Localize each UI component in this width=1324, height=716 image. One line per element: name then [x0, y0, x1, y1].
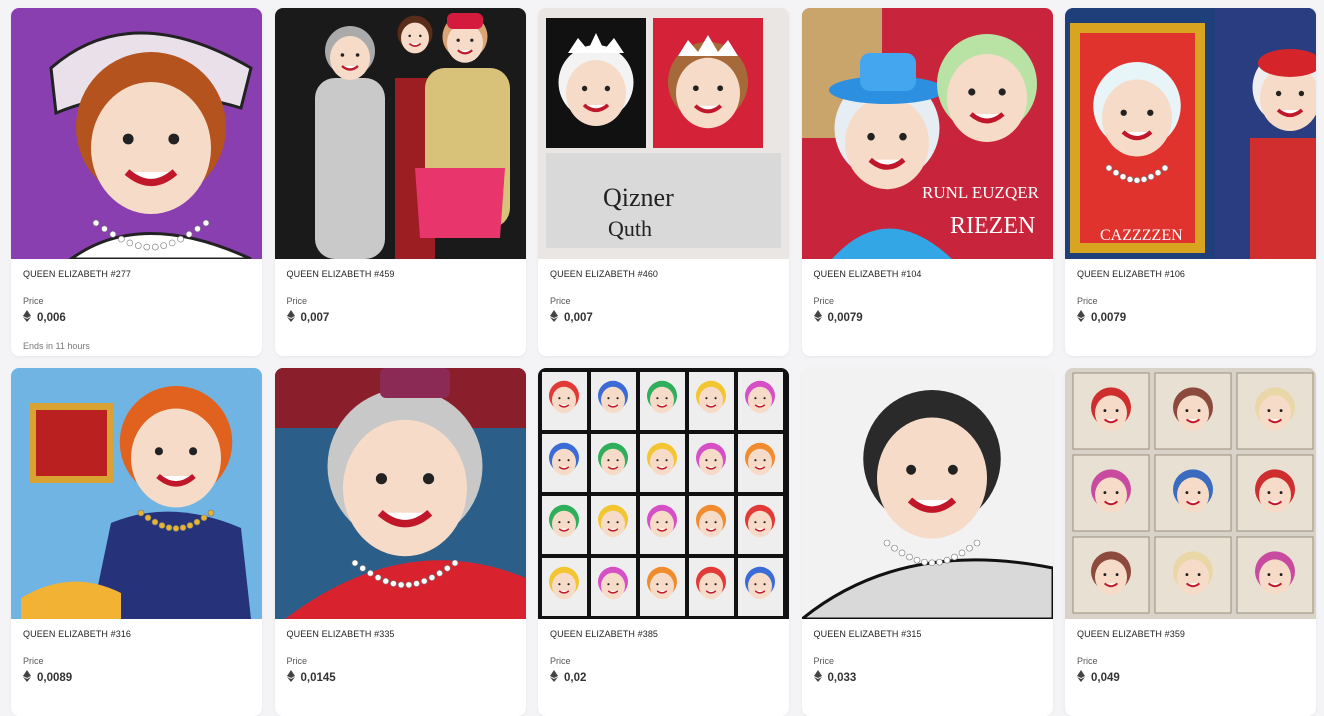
- card-info: QUEEN ELIZABETH #315 Price 0,033: [802, 619, 1053, 716]
- price-label: Price: [23, 296, 44, 306]
- svg-text:Qizner: Qizner: [603, 183, 674, 212]
- price-label: Price: [550, 296, 571, 306]
- ethereum-icon: [286, 309, 301, 327]
- ethereum-icon: [23, 669, 37, 687]
- price-label: Price: [813, 296, 835, 306]
- price-value: 0,049: [1091, 672, 1120, 684]
- svg-text:Quth: Quth: [608, 216, 652, 241]
- nft-image[interactable]: [11, 8, 262, 259]
- nft-card[interactable]: QUEEN ELIZABETH #277 Price 0,006 Ends in…: [11, 8, 262, 356]
- price-row: 0,0089: [23, 669, 250, 687]
- price-value: 0,007: [564, 312, 593, 324]
- nft-title[interactable]: QUEEN ELIZABETH #106: [1077, 269, 1304, 281]
- price-label: Price: [1077, 296, 1098, 306]
- price-label: Price: [550, 656, 571, 666]
- nft-image[interactable]: [538, 368, 789, 619]
- card-info: QUEEN ELIZABETH #316 Price 0,0089: [11, 619, 262, 716]
- price-row: 0,049: [1077, 669, 1304, 687]
- price-row: 0,006: [23, 309, 250, 327]
- nft-card[interactable]: RUNL EUZQER RIEZEN QUEEN ELIZABETH #104 P…: [801, 8, 1053, 356]
- nft-title[interactable]: QUEEN ELIZABETH #315: [814, 629, 1041, 641]
- price-value: 0,006: [37, 312, 66, 324]
- ethereum-icon: [813, 309, 828, 327]
- nft-image[interactable]: [11, 368, 262, 619]
- nft-card[interactable]: QUEEN ELIZABETH #315 Price 0,033: [801, 368, 1053, 716]
- price-label: Price: [286, 656, 308, 666]
- nft-title[interactable]: QUEEN ELIZABETH #460: [550, 269, 777, 281]
- card-info: QUEEN ELIZABETH #104 Price 0,0079: [802, 259, 1053, 356]
- nft-card[interactable]: QUEEN ELIZABETH #385 Price 0,02: [538, 368, 789, 716]
- price-row: 0,0145: [286, 669, 514, 687]
- ethereum-icon: [286, 669, 301, 687]
- card-info: QUEEN ELIZABETH #385 Price 0,02: [538, 619, 789, 716]
- ethereum-icon: [1077, 669, 1091, 687]
- price-row: 0,033: [813, 669, 1041, 687]
- price-row: 0,0079: [813, 309, 1041, 327]
- auction-ends-text: Ends in 11 hours: [23, 341, 90, 351]
- price-row: 0,0079: [1077, 309, 1304, 327]
- ethereum-icon: [813, 669, 828, 687]
- nft-grid: QUEEN ELIZABETH #277 Price 0,006 Ends in…: [11, 8, 1316, 716]
- nft-card[interactable]: QUEEN ELIZABETH #459 Price 0,007: [274, 8, 526, 356]
- queen-artwork: RUNL EUZQER RIEZEN: [801, 8, 1053, 259]
- ethereum-icon: [1077, 309, 1091, 327]
- price-label: Price: [1077, 656, 1098, 666]
- nft-title[interactable]: QUEEN ELIZABETH #359: [1077, 629, 1304, 641]
- nft-image[interactable]: [274, 8, 526, 259]
- price-label: Price: [286, 296, 308, 306]
- nft-image[interactable]: [1065, 368, 1316, 619]
- ethereum-icon: [23, 309, 37, 327]
- price-row: 0,02: [550, 669, 777, 687]
- card-info: QUEEN ELIZABETH #359 Price 0,049: [1065, 619, 1316, 716]
- queen-artwork: [11, 8, 262, 259]
- price-row: 0,007: [550, 309, 777, 327]
- svg-text:RUNL EUZQER: RUNL EUZQER: [922, 183, 1040, 202]
- price-value: 0,0079: [1091, 312, 1127, 324]
- card-info: QUEEN ELIZABETH #460 Price 0,007: [538, 259, 789, 356]
- card-info: QUEEN ELIZABETH #335 Price 0,0145: [275, 619, 526, 716]
- price-value: 0,0079: [827, 312, 863, 324]
- queen-artwork: [274, 368, 526, 619]
- price-value: 0,02: [564, 672, 587, 684]
- nft-card[interactable]: QUEEN ELIZABETH #359 Price 0,049: [1065, 368, 1316, 716]
- nft-title[interactable]: QUEEN ELIZABETH #104: [814, 269, 1041, 281]
- price-value: 0,033: [827, 672, 857, 684]
- queen-artwork: [538, 368, 789, 619]
- svg-text:RIEZEN: RIEZEN: [950, 213, 1035, 239]
- nft-card[interactable]: Qizner Quth QUEEN ELIZABETH #460 Price 0,…: [538, 8, 789, 356]
- nft-image[interactable]: Qizner Quth: [538, 8, 789, 259]
- nft-image[interactable]: [801, 368, 1053, 619]
- ethereum-icon: [550, 669, 564, 687]
- queen-artwork: [801, 368, 1053, 619]
- queen-artwork: [11, 368, 262, 619]
- nft-image[interactable]: RUNL EUZQER RIEZEN: [801, 8, 1053, 259]
- queen-artwork: [274, 8, 526, 259]
- nft-title[interactable]: QUEEN ELIZABETH #316: [23, 629, 250, 641]
- nft-title[interactable]: QUEEN ELIZABETH #385: [550, 629, 777, 641]
- nft-card[interactable]: CAZZZZEN QUEEN ELIZABETH #106 Price 0,00…: [1065, 8, 1316, 356]
- price-label: Price: [23, 656, 44, 666]
- price-value: 0,0145: [300, 672, 336, 684]
- nft-card[interactable]: QUEEN ELIZABETH #316 Price 0,0089: [11, 368, 262, 716]
- nft-title[interactable]: QUEEN ELIZABETH #335: [287, 629, 514, 641]
- svg-text:CAZZZZEN: CAZZZZEN: [1100, 227, 1183, 244]
- nft-image[interactable]: [274, 368, 526, 619]
- price-value: 0,007: [300, 312, 330, 324]
- price-value: 0,0089: [37, 672, 73, 684]
- card-info: QUEEN ELIZABETH #277 Price 0,006 Ends in…: [11, 259, 262, 356]
- price-label: Price: [813, 656, 835, 666]
- nft-title[interactable]: QUEEN ELIZABETH #459: [287, 269, 514, 281]
- queen-artwork: Qizner Quth: [538, 8, 789, 259]
- price-row: 0,007: [286, 309, 514, 327]
- queen-artwork: [1065, 368, 1316, 619]
- queen-artwork: CAZZZZEN: [1065, 8, 1316, 259]
- card-info: QUEEN ELIZABETH #106 Price 0,0079: [1065, 259, 1316, 356]
- ethereum-icon: [550, 309, 564, 327]
- card-info: QUEEN ELIZABETH #459 Price 0,007: [275, 259, 526, 356]
- nft-title[interactable]: QUEEN ELIZABETH #277: [23, 269, 250, 281]
- nft-card[interactable]: QUEEN ELIZABETH #335 Price 0,0145: [274, 368, 526, 716]
- nft-image[interactable]: CAZZZZEN: [1065, 8, 1316, 259]
